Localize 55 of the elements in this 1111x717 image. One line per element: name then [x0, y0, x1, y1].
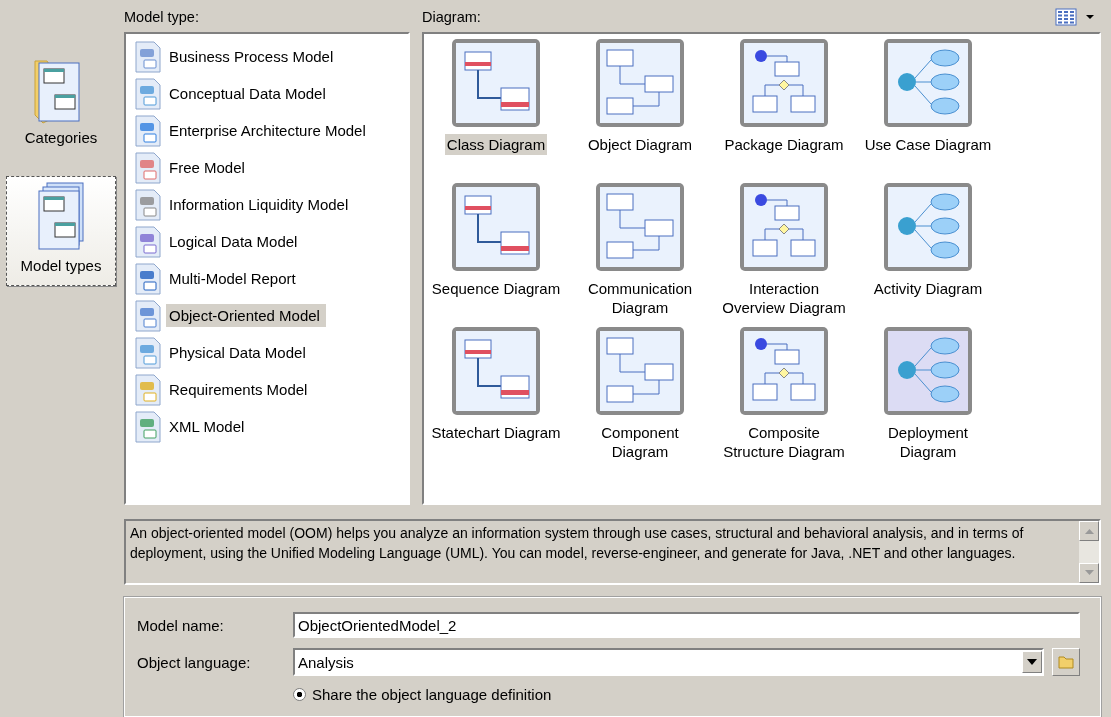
diagram-icon [595, 182, 685, 272]
category-button[interactable]: Model types [6, 176, 116, 286]
model-type-item[interactable]: Enterprise Architecture Model [166, 119, 372, 142]
diagram-type-item[interactable]: Communication Diagram [585, 278, 695, 318]
browse-button[interactable] [1052, 648, 1080, 676]
category-button[interactable]: Categories [6, 48, 116, 158]
diagram-icon [451, 182, 541, 272]
caret-icon [1085, 13, 1095, 21]
model-type-label: Model type: [124, 8, 200, 27]
share-definition-label: Share the object language definition [312, 686, 552, 703]
object-language-dropdown[interactable]: Analysis [293, 648, 1044, 676]
model-type-item[interactable]: XML Model [166, 415, 251, 438]
diagram-icon [595, 38, 685, 128]
model-type-item[interactable]: Requirements Model [166, 378, 314, 401]
description-text: An object-oriented model (OOM) helps you analyze an information system through use cases, structural and behavioral analysis, and in terms of deployment, using the Unified Modeling Language (UML). You can model, reverse-engineer, and generate for Java, .NET and other languages. [129, 524, 1025, 563]
grid-view-icon [1055, 8, 1077, 26]
diagram-icon [739, 326, 829, 416]
diagram-type-item[interactable]: Package Diagram [722, 134, 846, 155]
model-type-item[interactable]: Information Liquidity Model [166, 193, 355, 216]
caret-icon [1027, 659, 1037, 665]
view-menu-button[interactable] [1055, 8, 1095, 26]
diagram-type-item[interactable]: Composite Structure Diagram [721, 422, 847, 462]
object-language-label: Object language: [137, 653, 252, 671]
diagram-type-item[interactable]: Deployment Diagram [885, 422, 970, 462]
diagram-type-item[interactable]: Statechart Diagram [429, 422, 563, 443]
diagram-icon [883, 326, 973, 416]
model-type-item[interactable]: Free Model [166, 156, 251, 179]
diagram-type-item[interactable]: Activity Diagram [871, 278, 985, 299]
diagram-type-item[interactable]: Class Diagram [444, 134, 548, 155]
model-type-item[interactable]: Multi-Model Report [166, 267, 302, 290]
scroll-down-icon [1084, 570, 1094, 576]
diagram-type-item[interactable]: Sequence Diagram [429, 278, 563, 299]
model-type-item[interactable]: Conceptual Data Model [166, 82, 332, 105]
scroll-up-icon [1084, 528, 1094, 534]
diagram-icon [739, 38, 829, 128]
diagram-type-item[interactable]: Object Diagram [585, 134, 695, 155]
scrollbar[interactable] [1079, 521, 1099, 583]
model-type-item[interactable]: Physical Data Model [166, 341, 312, 364]
diagram-icon [883, 38, 973, 128]
model-type-item[interactable]: Business Process Model [166, 45, 340, 68]
diagram-icon [883, 182, 973, 272]
diagram-type-item[interactable]: Interaction Overview Diagram [720, 278, 848, 318]
model-name-label: Model name: [137, 616, 225, 634]
diagram-icon [451, 326, 541, 416]
model-type-item[interactable]: Logical Data Model [166, 230, 304, 253]
model-name-field[interactable]: ObjectOrientedModel_2 [293, 612, 1080, 638]
diagram-type-item[interactable]: Use Case Diagram [862, 134, 994, 155]
folder-icon [1058, 655, 1074, 669]
diagram-icon [451, 38, 541, 128]
radio-button[interactable] [293, 688, 306, 701]
diagram-type-item[interactable]: Component Diagram [599, 422, 681, 462]
diagram-label: Diagram: [422, 8, 481, 27]
diagram-icon [595, 326, 685, 416]
model-type-item[interactable]: Object-Oriented Model [166, 304, 326, 327]
diagram-icon [739, 182, 829, 272]
